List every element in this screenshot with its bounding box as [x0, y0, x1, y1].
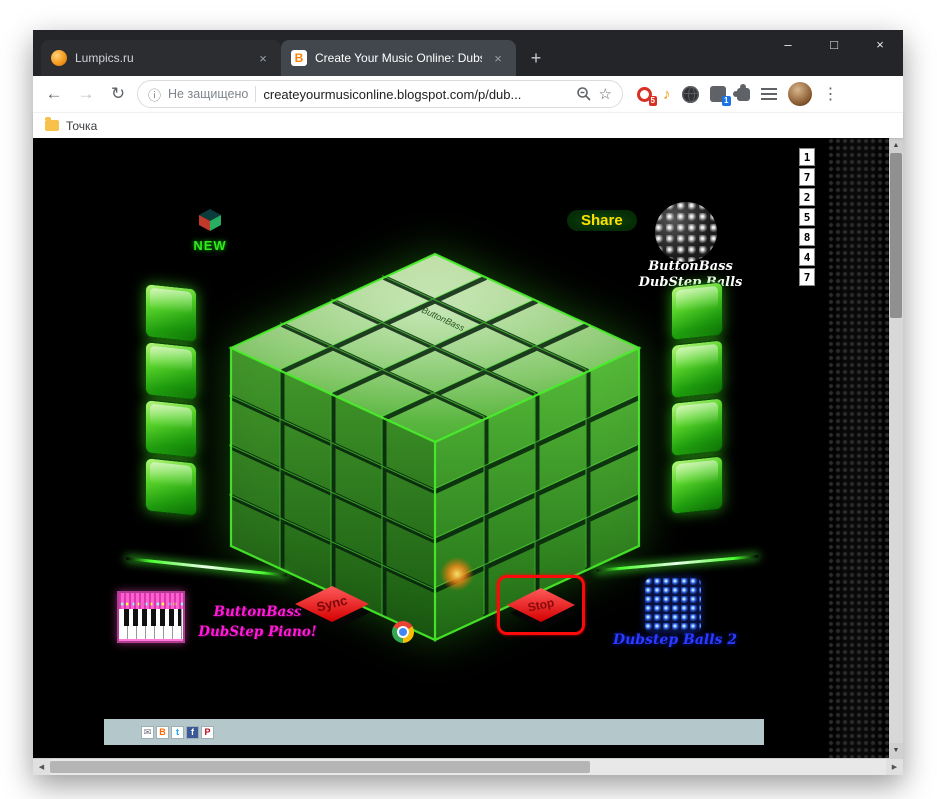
counter-digit: 4 — [799, 248, 815, 266]
vertical-scrollbar[interactable]: ▲ ▼ — [889, 138, 903, 758]
address-bar[interactable]: ⓘ Не защищено createyourmusiconline.blog… — [137, 80, 623, 108]
green-pad-button[interactable] — [145, 399, 197, 458]
piano-keys — [119, 609, 183, 639]
downloader-extension-icon[interactable]: 1 — [710, 86, 726, 102]
left-pad-column — [145, 283, 199, 521]
maximize-button[interactable]: □ — [811, 30, 857, 58]
scroll-right-icon[interactable]: ▶ — [886, 759, 903, 775]
facebook-share-icon[interactable]: f — [186, 726, 199, 739]
new-label: NEW — [190, 238, 230, 253]
minimize-button[interactable]: – — [765, 30, 811, 58]
orange-glow-spot — [440, 557, 474, 591]
extension-badge: 5 — [649, 96, 657, 106]
tab-create-your-music[interactable]: B Create Your Music Online: Dubst × — [281, 40, 516, 76]
dubstep-balls-thumbnail[interactable] — [655, 202, 717, 262]
green-pad-button[interactable] — [671, 281, 723, 340]
window-controls: – □ × — [765, 30, 903, 58]
green-pad-button[interactable] — [145, 341, 197, 400]
globe-extension-icon[interactable] — [682, 86, 699, 103]
tab-close-icon[interactable]: × — [255, 51, 271, 66]
green-pad-button[interactable] — [145, 457, 197, 516]
counter-digit: 2 — [799, 188, 815, 206]
browser-window: Lumpics.ru × B Create Your Music Online:… — [33, 30, 903, 775]
blogger-favicon-icon: B — [291, 50, 307, 66]
site-info-icon[interactable]: ⓘ — [148, 85, 161, 104]
pad-shine — [150, 462, 192, 488]
url-text: createyourmusiconline.blogspot.com/p/dub… — [263, 87, 568, 102]
pad-shine — [676, 344, 718, 370]
tab-close-icon[interactable]: × — [490, 51, 506, 66]
security-label: Не защищено — [168, 87, 248, 101]
scroll-left-icon[interactable]: ◀ — [33, 759, 50, 775]
blogger-share-icon[interactable]: B — [156, 726, 169, 739]
desktop: Lumpics.ru × B Create Your Music Online:… — [0, 0, 937, 799]
bookmarks-bar: Точка — [33, 112, 903, 138]
counter-digit: 1 — [799, 148, 815, 166]
counter-digit: 5 — [799, 208, 815, 226]
pad-shine — [676, 460, 718, 486]
green-pad-button[interactable] — [671, 397, 723, 456]
back-button[interactable]: ← — [41, 81, 67, 107]
background-texture — [828, 138, 889, 758]
zoom-icon[interactable] — [576, 86, 592, 102]
blogger-share-bar: ✉ B t f P — [104, 719, 764, 745]
omnibox-divider — [255, 86, 256, 102]
extensions-area: 5 ♪ 1 ⋮ — [637, 82, 839, 106]
page-content: 1 7 2 5 8 4 7 NEW Share ButtonBass — [33, 138, 903, 758]
reload-button[interactable]: ↻ — [105, 81, 131, 107]
pad-shine — [150, 404, 192, 430]
music-extension-icon[interactable]: ♪ — [663, 86, 671, 103]
hit-counter: 1 7 2 5 8 4 7 — [799, 148, 815, 286]
bookmark-star-icon[interactable]: ☆ — [599, 85, 612, 103]
green-pad-button[interactable] — [671, 339, 723, 398]
right-pad-column — [671, 281, 725, 519]
dubstep-balls2-link[interactable]: Dubstep Balls 2 — [611, 632, 739, 648]
dubstep-piano-thumbnail[interactable] — [117, 591, 185, 643]
counter-digit: 8 — [799, 228, 815, 246]
pad-shine — [676, 402, 718, 428]
piano-black-keys — [124, 609, 181, 626]
close-button[interactable]: × — [857, 30, 903, 58]
chrome-logo-icon[interactable] — [392, 621, 414, 643]
scroll-up-icon[interactable]: ▲ — [889, 138, 903, 153]
email-share-icon[interactable]: ✉ — [141, 726, 154, 739]
counter-digit: 7 — [799, 268, 815, 286]
tab-title: Create Your Music Online: Dubst — [315, 51, 482, 65]
green-pad-button[interactable] — [145, 283, 197, 342]
green-pad-button[interactable] — [671, 455, 723, 514]
tab-strip: Lumpics.ru × B Create Your Music Online:… — [33, 30, 903, 76]
vertical-scroll-thumb[interactable] — [890, 153, 902, 318]
new-tab-button[interactable]: + — [522, 44, 550, 72]
pad-shine — [150, 346, 192, 372]
tab-title: Lumpics.ru — [75, 51, 247, 65]
extension-badge: 1 — [722, 96, 730, 106]
pad-shine — [150, 288, 192, 314]
browser-toolbar: ← → ↻ ⓘ Не защищено createyourmusiconlin… — [33, 76, 903, 112]
horizontal-scrollbar[interactable]: ◀ ▶ — [33, 758, 903, 775]
profile-avatar[interactable] — [788, 82, 812, 106]
piano-controls — [119, 593, 183, 609]
playlist-extension-icon[interactable] — [761, 88, 777, 100]
bookmark-folder-label[interactable]: Точка — [66, 119, 97, 133]
twitter-share-icon[interactable]: t — [171, 726, 184, 739]
bookmark-folder-icon — [45, 120, 59, 131]
sync-button[interactable]: Sync — [295, 582, 375, 636]
horizontal-scroll-thumb[interactable] — [50, 761, 590, 773]
stop-button[interactable]: Stop — [507, 585, 577, 635]
counter-digit: 7 — [799, 168, 815, 186]
pinterest-share-icon[interactable]: P — [201, 726, 214, 739]
extensions-puzzle-icon[interactable] — [737, 88, 750, 101]
forward-button[interactable]: → — [73, 81, 99, 107]
pad-shine — [676, 286, 718, 312]
tab-lumpics[interactable]: Lumpics.ru × — [41, 40, 281, 76]
adblock-extension-icon[interactable]: 5 — [637, 87, 652, 102]
new-cube-icon — [197, 208, 223, 232]
scroll-down-icon[interactable]: ▼ — [889, 743, 903, 758]
lumpics-favicon-icon — [51, 50, 67, 66]
new-link[interactable]: NEW — [190, 208, 230, 253]
share-button[interactable]: Share — [567, 210, 637, 231]
chrome-menu-icon[interactable]: ⋮ — [823, 84, 839, 104]
dubstep-balls2-thumbnail[interactable] — [645, 578, 701, 632]
